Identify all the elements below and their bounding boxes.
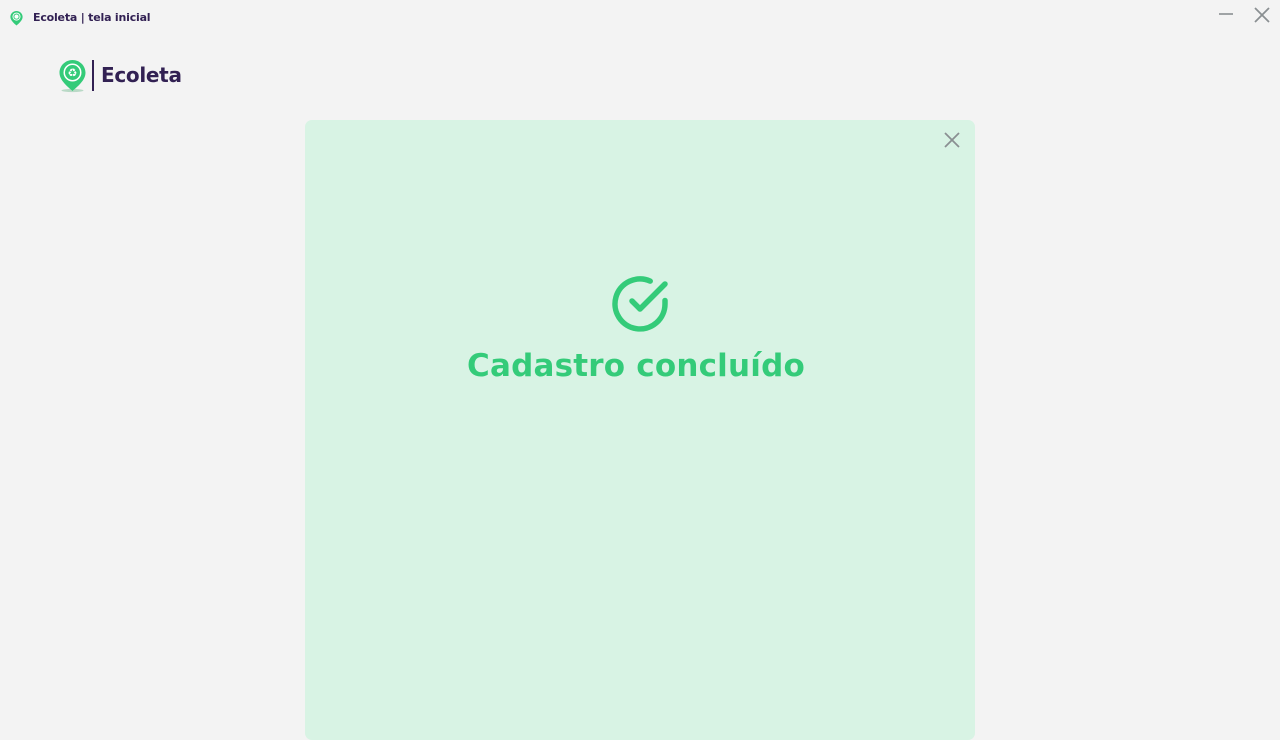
- brand-name: Ecoleta: [101, 63, 182, 87]
- modal-close-button[interactable]: [942, 130, 962, 150]
- success-modal: Cadastro concluído: [305, 120, 975, 740]
- close-icon: [944, 132, 960, 148]
- app-logo-icon: [10, 10, 23, 26]
- brand-header: ♻ Ecoleta: [58, 59, 198, 93]
- close-icon: [1254, 7, 1270, 23]
- window-title: Ecoleta | tela inicial: [33, 11, 151, 24]
- svg-text:♻: ♻: [68, 67, 78, 80]
- window-titlebar: Ecoleta | tela inicial: [0, 0, 1280, 34]
- minimize-icon: [1219, 13, 1233, 15]
- map-pin-recycle-icon: ♻: [59, 60, 86, 93]
- success-message: Cadastro concluído: [467, 348, 805, 384]
- brand-divider: [92, 60, 94, 91]
- check-circle-icon: [612, 276, 668, 332]
- minimize-button[interactable]: [1214, 4, 1238, 26]
- window-close-button[interactable]: [1250, 4, 1274, 26]
